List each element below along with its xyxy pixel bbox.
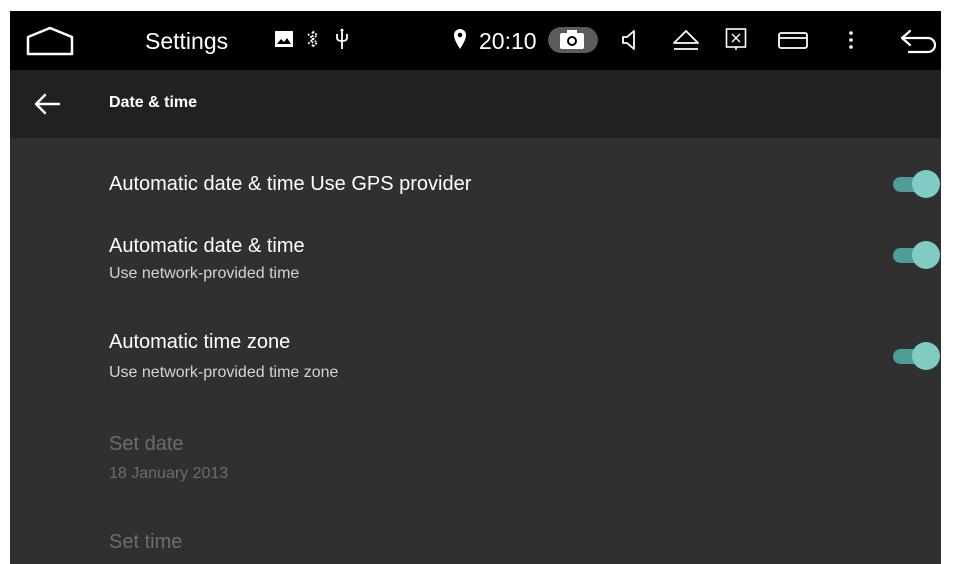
setting-summary: Use network-provided time bbox=[109, 265, 300, 282]
setting-title: Automatic date & time Use GPS provider bbox=[109, 173, 472, 195]
status-app-name: Settings bbox=[145, 28, 229, 54]
screen: Settings 20:10 Date & time Automatic dat… bbox=[10, 11, 941, 564]
action-bar: Date & time bbox=[10, 70, 941, 138]
bluetooth-icon bbox=[307, 30, 318, 48]
window-icon[interactable] bbox=[777, 29, 809, 51]
setting-gps-time[interactable]: Automatic date & time Use GPS provider bbox=[10, 138, 941, 228]
setting-network-time[interactable]: Automatic date & time Use network-provid… bbox=[10, 228, 941, 330]
setting-title: Automatic date & time bbox=[109, 235, 305, 257]
switch-thumb bbox=[912, 342, 940, 370]
volume-icon[interactable] bbox=[621, 28, 639, 52]
network-time-switch[interactable] bbox=[890, 240, 940, 270]
time-zone-switch[interactable] bbox=[890, 341, 940, 371]
setting-summary: 18 January 2013 bbox=[109, 465, 229, 482]
back-icon[interactable] bbox=[899, 25, 939, 57]
setting-title: Automatic time zone bbox=[109, 331, 291, 353]
setting-title: Set time bbox=[109, 531, 183, 553]
camera-icon[interactable] bbox=[559, 30, 585, 50]
screen-close-icon[interactable] bbox=[725, 27, 747, 51]
location-icon bbox=[454, 29, 466, 49]
eject-icon[interactable] bbox=[671, 28, 701, 52]
usb-icon bbox=[336, 28, 348, 49]
status-clock: 20:10 bbox=[479, 28, 537, 54]
arrow-left-icon[interactable] bbox=[33, 92, 61, 116]
setting-summary: Use network-provided time zone bbox=[109, 364, 339, 381]
setting-set-time[interactable]: Set time bbox=[10, 524, 941, 564]
home-icon[interactable] bbox=[25, 25, 75, 57]
setting-time-zone[interactable]: Automatic time zone Use network-provided… bbox=[10, 330, 941, 432]
image-icon bbox=[275, 31, 293, 47]
gps-time-switch[interactable] bbox=[890, 169, 940, 199]
switch-thumb bbox=[912, 170, 940, 198]
setting-set-date[interactable]: Set date 18 January 2013 bbox=[10, 432, 941, 524]
setting-title: Set date bbox=[109, 433, 184, 455]
page-title: Date & time bbox=[109, 94, 198, 111]
overflow-menu-icon[interactable] bbox=[846, 28, 856, 52]
status-bar: Settings 20:10 bbox=[10, 11, 941, 70]
switch-thumb bbox=[912, 241, 940, 269]
